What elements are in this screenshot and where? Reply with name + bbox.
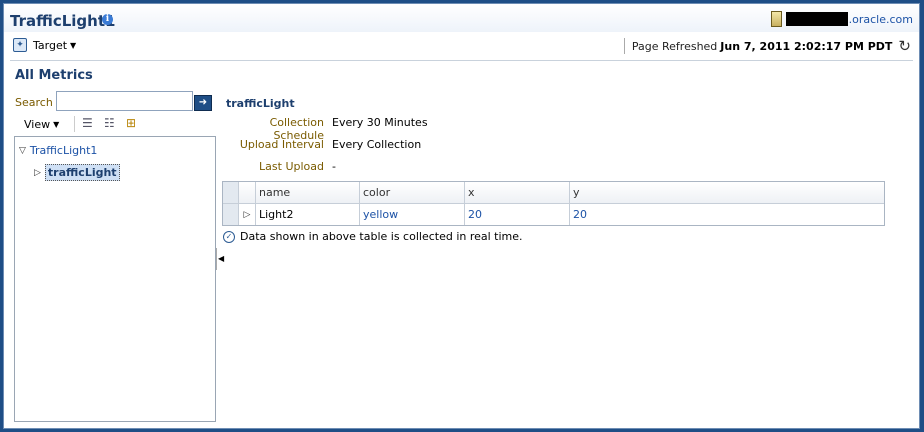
row-expand-icon[interactable]: ▷ [239, 204, 256, 225]
collapse-all-icon[interactable]: ☷ [104, 116, 118, 130]
divider [10, 60, 913, 61]
redacted-host [785, 12, 848, 26]
info-icon[interactable]: i [102, 14, 113, 25]
cell-y: 20 [573, 208, 587, 221]
target-label: Target [33, 38, 68, 52]
section-title: All Metrics [15, 68, 93, 83]
view-label: View [24, 118, 51, 131]
table-header: name color x y [223, 182, 884, 204]
refresh-time: Jun 7, 2011 2:02:17 PM PDT [720, 39, 893, 53]
tree-item-root[interactable]: ▽ TrafficLight1 [19, 144, 97, 157]
tree-item-label[interactable]: trafficLight [44, 164, 120, 181]
chevron-down-icon: ▼ [70, 40, 77, 50]
note-text: Data shown in above table is collected i… [240, 230, 523, 243]
panel-splitter[interactable]: ◀ [216, 248, 225, 270]
chevron-down-icon: ▼ [53, 120, 60, 129]
search-go-button[interactable]: ➜ [194, 95, 212, 111]
separator [623, 38, 625, 54]
target-icon: ✦ [13, 38, 27, 52]
cell-color: yellow [360, 204, 465, 225]
expand-all-icon[interactable]: ☰ [82, 116, 96, 130]
last-upload-label: Last Upload [259, 160, 324, 173]
expand-column-header [239, 182, 256, 203]
separator [74, 116, 75, 132]
column-header-color[interactable]: color [360, 182, 465, 203]
page-title: TrafficLight1 [10, 12, 116, 30]
host-name[interactable]: .oracle.com [770, 11, 913, 27]
server-icon [770, 11, 782, 27]
hierarchy-icon[interactable]: ⊞ [126, 116, 140, 130]
search-input[interactable] [56, 91, 193, 111]
view-menu-button[interactable]: View ▼ [24, 118, 59, 131]
table-row[interactable]: ▷ Light2 yellow 20 20 [223, 204, 884, 225]
search-label: Search [15, 96, 53, 109]
upload-interval-label: Upload Interval [239, 138, 324, 151]
target-menu-button[interactable]: ✦ Target ▼ [13, 38, 76, 52]
refresh-icon[interactable]: ↻ [898, 39, 911, 54]
host-domain[interactable]: .oracle.com [849, 13, 913, 26]
column-header-y[interactable]: y [570, 182, 884, 203]
arrow-right-icon: ➜ [198, 97, 208, 108]
upload-interval-value: Every Collection [332, 138, 422, 151]
collapse-left-icon: ◀ [218, 254, 225, 263]
refresh-label: Page Refreshed [631, 39, 718, 53]
expanded-triangle-icon[interactable]: ▽ [19, 146, 26, 156]
collection-schedule-value: Every 30 Minutes [332, 116, 428, 129]
metrics-tree: ▽ TrafficLight1 ▷ trafficLight [14, 136, 216, 422]
page-refreshed: Page Refreshed Jun 7, 2011 2:02:17 PM PD… [623, 38, 911, 54]
top-bar: TrafficLight1 i .oracle.com [4, 4, 919, 32]
check-icon: ✓ [223, 230, 235, 243]
cell-name: Light2 [256, 204, 360, 225]
row-selector[interactable] [223, 204, 239, 225]
column-header-name[interactable]: name [256, 182, 360, 203]
main-frame: TrafficLight1 i .oracle.com ✦ Target ▼ P… [3, 3, 920, 429]
tree-item-label[interactable]: TrafficLight1 [30, 144, 98, 157]
row-selector-header [223, 182, 239, 203]
last-upload-value: - [332, 160, 336, 173]
metrics-table: name color x y ▷ Light2 yellow 20 20 [222, 181, 885, 226]
detail-title: trafficLight [226, 97, 295, 110]
realtime-note: ✓ Data shown in above table is collected… [223, 230, 523, 243]
column-header-x[interactable]: x [465, 182, 570, 203]
tree-item-trafficlight[interactable]: ▷ trafficLight [34, 164, 120, 181]
collapsed-triangle-icon[interactable]: ▷ [34, 168, 41, 178]
cell-x: 20 [465, 204, 570, 225]
